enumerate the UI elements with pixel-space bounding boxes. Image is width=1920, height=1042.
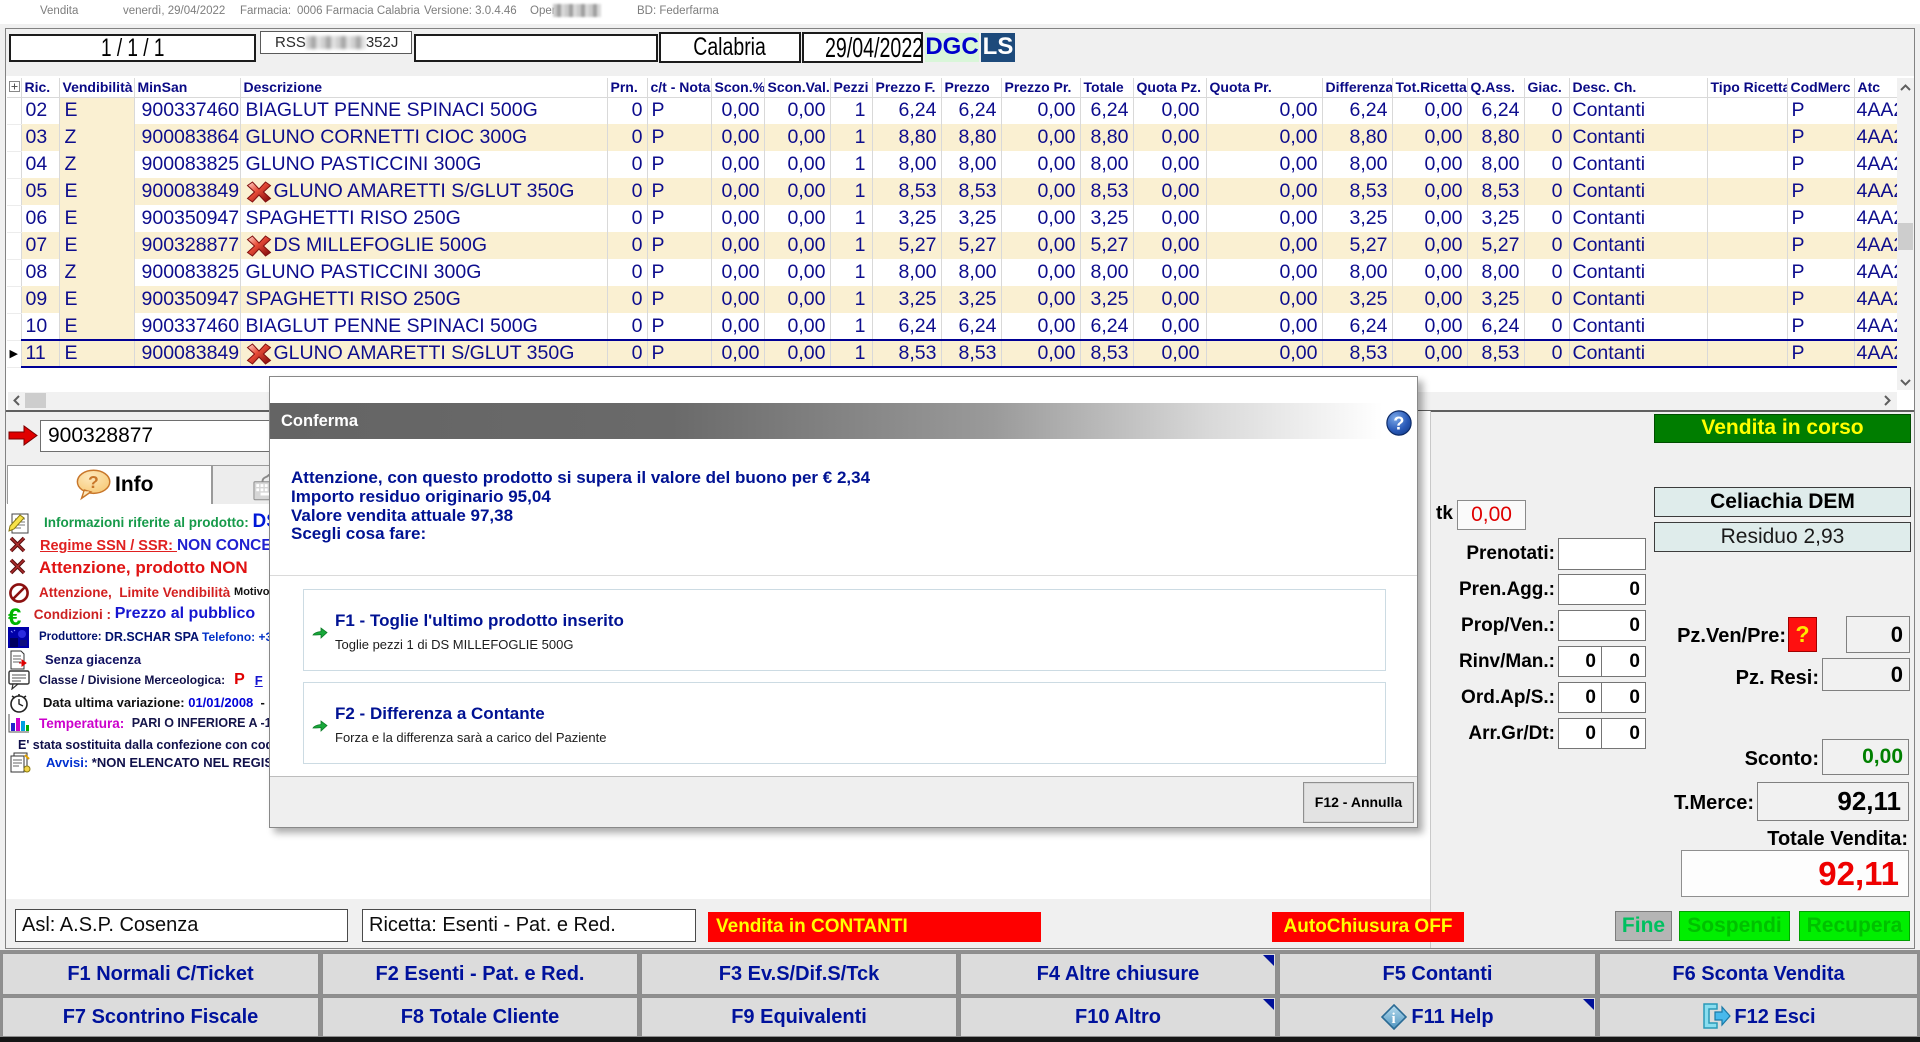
svg-text:i: i xyxy=(1392,1011,1396,1027)
svg-text:?: ? xyxy=(1393,412,1404,433)
svg-text:?: ? xyxy=(88,472,99,492)
